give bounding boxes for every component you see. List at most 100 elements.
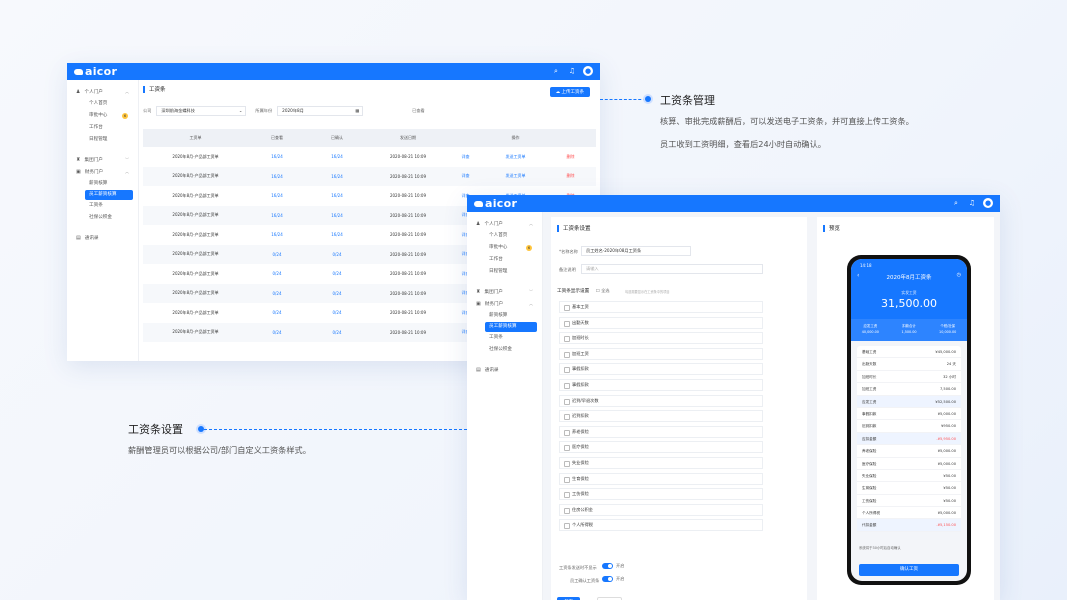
sidebar-group-personal[interactable]: ♟ 个人门户 ︿ (467, 218, 542, 230)
sidebar-group-finance[interactable]: ▣ 财务门户 ︿ (467, 298, 542, 310)
callout-dot (645, 96, 651, 102)
sidebar-group-personal[interactable]: ♟ 个人门户 ︿ (67, 86, 138, 98)
send-payslip-link[interactable]: 发送工资单 (483, 173, 548, 179)
sidebar-group-group[interactable]: ♜ 集团门户 ﹀ (67, 154, 138, 166)
delete-link[interactable]: 删除 (548, 173, 593, 179)
payslip-detail-row: 代扣金额 -¥5,150.00 (857, 519, 961, 532)
sidebar-item[interactable]: 个人首页 (67, 98, 138, 110)
payslip-detail-list: 基础工资 ¥45,000.00 出勤天数 24 天加班时长 32 小时 加班工资 7,500… (857, 346, 961, 532)
bell-icon[interactable]: ♫ (967, 198, 977, 208)
select-all-checkbox[interactable]: ☐ 全选 (596, 288, 610, 294)
building-icon: ♜ (76, 157, 81, 163)
send-payslip-link[interactable]: 发送工资单 (483, 154, 548, 160)
hide-toggle[interactable] (602, 563, 613, 569)
callout-desc: 薪酬管理员可以根据公司/部门自定义工资条样式。 (128, 445, 311, 455)
confirm-pay-button[interactable]: 确认工资 (859, 564, 959, 576)
payslip-detail-row: 失业保险 ¥50.00 (857, 470, 961, 483)
callout-desc: 核算、审批完成薪酬后，可以发送电子工资条，并可直接上传工资条。 (660, 116, 914, 126)
chevron-down-icon: ﹀ (529, 289, 533, 294)
brand-name: aicor (85, 65, 118, 78)
callout-title: 工资条设置 (128, 423, 183, 436)
sidebar-item[interactable]: 社保公积金 (67, 212, 138, 224)
payslip-item-checkbox[interactable]: 医疗保险 (559, 441, 763, 454)
brand-logo[interactable]: aicor (74, 65, 117, 78)
sidebar-item[interactable]: 薪资核算 (467, 310, 542, 322)
sidebar: ♟ 个人门户 ︿ 个人首页 审批中心 6 工作台 日程管理 ♜ 集团门户 ﹀ ▣ 财务门户 ︿… (67, 80, 139, 361)
top-bar: aicor ⌕ ♫ ● (67, 63, 600, 80)
callout-title: 工资条管理 (660, 94, 715, 107)
brand-logo[interactable]: aicor (474, 197, 517, 210)
payslip-detail-row: 应发工资 ¥52,500.00 (857, 395, 961, 408)
sidebar-item[interactable]: 工作台 (467, 254, 542, 266)
count-badge: 6 (122, 113, 128, 119)
payslip-item-checkbox[interactable]: 养老保险 (559, 425, 763, 438)
sidebar-item[interactable]: 工作台 (67, 122, 138, 134)
sidebar-item-active[interactable]: 员工薪资核算 (485, 322, 537, 332)
filter-bar: 公司 深圳前海金蝶科技 ⌄ 所属年份 2020年8月 ▦ 已查看 (143, 106, 596, 116)
calendar-icon: ▦ (355, 108, 360, 113)
callout-connector (204, 429, 467, 430)
sidebar-group-group[interactable]: ♜ 集团门户 ﹀ (467, 286, 542, 298)
payslip-item-checkbox[interactable]: 住房公积金 (559, 503, 763, 516)
payslip-item-checkbox[interactable]: 基本工资 (559, 301, 763, 313)
user-icon: ♟ (476, 221, 481, 227)
payslip-name-input[interactable]: 员工姓名-2020年08月工资条 (581, 246, 691, 256)
payslip-item-checkbox[interactable]: 出勤天数 (559, 316, 763, 329)
wallet-icon: ▣ (76, 169, 81, 175)
chevron-up-icon: ︿ (529, 301, 533, 306)
avatar[interactable]: ● (983, 198, 993, 208)
logo-mark-icon (74, 68, 83, 75)
sidebar-item[interactable]: 审批中心 6 (467, 242, 542, 254)
search-icon[interactable]: ⌕ (551, 66, 561, 76)
payslip-item-checkbox[interactable]: 工伤保险 (559, 488, 763, 501)
payslip-detail-row: 迟到扣款 ¥950.00 (857, 420, 961, 433)
month-select[interactable]: 2020年8月 ▦ (277, 106, 364, 116)
payslip-detail-row: 事假扣款 ¥5,000.00 (857, 408, 961, 421)
detail-link[interactable]: 详查 (448, 154, 483, 160)
payslip-item-checkbox[interactable]: 事假扣款 (559, 379, 763, 391)
sidebar-item[interactable]: 日程管理 (467, 266, 542, 278)
payslip-item-checkbox[interactable]: 加班时长 (559, 332, 763, 345)
net-pay-amount: 31,500.00 (881, 297, 937, 310)
detail-link[interactable]: 详查 (448, 173, 483, 179)
payslip-item-checkbox[interactable]: 加班工资 (559, 347, 763, 360)
sidebar-item[interactable]: 薪资核算 (67, 178, 138, 190)
payslip-item-checkbox[interactable]: 个人所得税 (559, 519, 763, 532)
chevron-up-icon: ︿ (529, 221, 533, 226)
sidebar-group-finance[interactable]: ▣ 财务门户 ︿ (67, 166, 138, 178)
callout-connector (600, 99, 646, 100)
search-icon[interactable]: ⌕ (951, 198, 961, 208)
sidebar-item[interactable]: 审批中心 6 (67, 110, 138, 122)
payslip-item-checkbox[interactable]: 迟到/早退次数 (559, 394, 763, 407)
sidebar-item[interactable]: 个人首页 (467, 230, 542, 242)
clock-icon[interactable]: ◷ (957, 272, 961, 278)
company-select[interactable]: 深圳前海金蝶科技 ⌄ (156, 106, 247, 116)
confirm-toggle[interactable] (602, 576, 613, 582)
building-icon: ♜ (476, 289, 481, 295)
note-input[interactable]: 请输入 (581, 264, 763, 274)
upload-payslip-button[interactable]: ☁ 上传工资条 (549, 87, 590, 97)
viewed-filter[interactable]: 已查看 (412, 108, 425, 114)
delete-link[interactable]: 删除 (548, 154, 593, 160)
sidebar-item[interactable]: 日程管理 (67, 134, 138, 146)
sidebar-group-contacts[interactable]: ▤ 通讯录 (467, 364, 542, 376)
sidebar-group-contacts[interactable]: ▤ 通讯录 (67, 232, 138, 244)
section-title: 预览 (823, 223, 840, 233)
settings-form-panel: 工资条设置 *名称名称 员工姓名-2020年08月工资条 备注说明 请输入 工资… (551, 217, 807, 600)
avatar[interactable]: ● (583, 66, 593, 76)
chevron-up-icon: ︿ (125, 169, 129, 174)
sidebar-item-active[interactable]: 员工薪资核算 (85, 190, 133, 200)
sidebar-item[interactable]: 工资条 (67, 200, 138, 212)
payslip-item-checkbox[interactable]: 事假扣款 (559, 363, 763, 376)
payslip-detail-row: 加班时长 32 小时 (857, 371, 961, 384)
sidebar-item[interactable]: 工资条 (467, 332, 542, 344)
bell-icon[interactable]: ♫ (567, 66, 577, 76)
payslip-detail-row: 工伤保险 ¥50.00 (857, 495, 961, 508)
payslip-item-checkbox[interactable]: 失业保险 (559, 457, 763, 469)
preview-panel: 预览 14:18 ‹ 2020年8月工资条 ◷ 实发工资 31,500.00 应… (817, 217, 994, 600)
page-title: 工资条 (143, 84, 596, 94)
sidebar-item[interactable]: 社保公积金 (467, 344, 542, 356)
payslip-item-checkbox[interactable]: 生育保险 (559, 472, 763, 485)
pay-summary: 应发工资 40,000.00 扣款合计 1,500.00 个税/社保 10,000.0… (851, 319, 967, 341)
payslip-item-checkbox[interactable]: 迟到扣款 (559, 410, 763, 423)
